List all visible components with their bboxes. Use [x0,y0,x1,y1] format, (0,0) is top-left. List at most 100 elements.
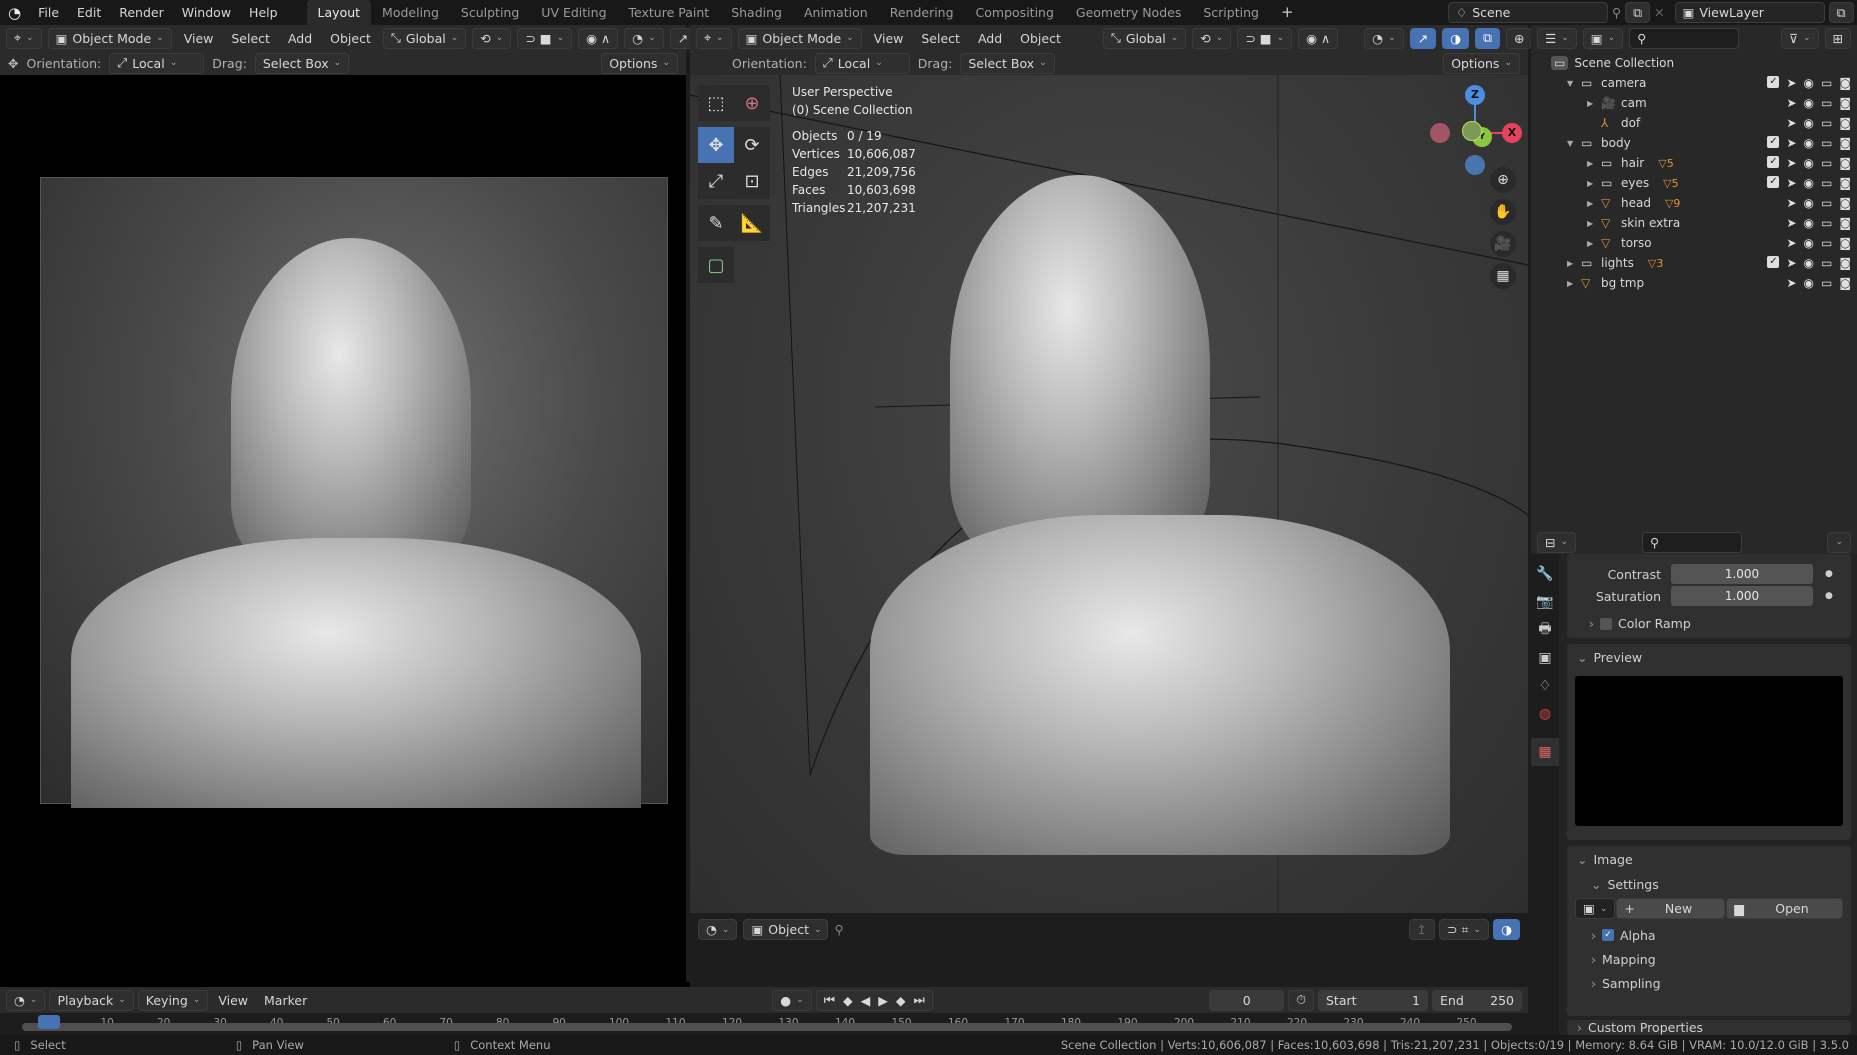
filter-dropdown[interactable]: ⊽ ⌄ [1780,27,1819,49]
tab-animation[interactable]: Animation [793,0,879,25]
monitor-icon[interactable]: ▭ [1821,96,1832,110]
tool-tab-icon[interactable]: 🔧 [1531,560,1559,588]
view-layer-tab-icon[interactable]: ▣ [1531,644,1559,672]
footer-overlay-toggle[interactable]: ◑ [1493,919,1520,940]
disclosure-collapsed-icon[interactable]: ▶ [1567,279,1581,288]
select-box-tool[interactable]: ⬚ [698,85,734,121]
viewport-orientation-dropdown[interactable]: ⤢ Local ⌄ [814,52,910,74]
selectable-icon[interactable]: ➤ [1786,196,1796,210]
gizmo-neg-x-axis[interactable] [1430,123,1450,143]
disclosure-collapsed-icon[interactable]: ▶ [1587,239,1601,248]
menu-help[interactable]: Help [240,5,287,20]
monitor-icon[interactable]: ▭ [1821,216,1832,230]
sampling-subpanel[interactable]: › Sampling [1567,971,1851,995]
disclosure-collapsed-icon[interactable]: ▶ [1587,219,1601,228]
gizmo-neg-y-axis[interactable] [1462,121,1482,141]
editor-type-button[interactable]: ⌖ ⌄ [6,27,42,49]
menu-object[interactable]: Object [324,31,377,46]
viewport-menu-object[interactable]: Object [1014,31,1067,46]
tab-texture-paint[interactable]: Texture Paint [618,0,721,25]
render-camera-icon[interactable]: ◙ [1839,236,1851,250]
tab-scripting[interactable]: Scripting [1192,0,1270,25]
footer-up-icon[interactable]: ↥ [1408,919,1436,940]
render-camera-icon[interactable]: ◙ [1839,256,1851,270]
viewport-drag-dropdown[interactable]: Select Box ⌄ [960,52,1055,74]
scene-tab-icon[interactable]: ♢ [1531,672,1559,700]
playhead[interactable] [38,1015,60,1029]
properties-editor-type[interactable]: ⊟ ⌄ [1537,531,1577,553]
exclude-checkbox[interactable]: ✓ [1767,136,1780,148]
new-collection-button[interactable]: ⊞ [1824,27,1851,49]
gizmo-x-axis[interactable]: X [1502,123,1522,143]
pin-icon[interactable]: ⚲ [834,919,843,937]
tab-layout[interactable]: Layout [306,0,372,25]
monitor-icon[interactable]: ▭ [1821,136,1832,150]
image-header[interactable]: ⌄ Image [1567,846,1851,872]
viewport-pivot-dropdown[interactable]: ⟲ ⌄ [1192,27,1232,49]
selectable-icon[interactable]: ➤ [1786,116,1796,130]
eye-icon[interactable]: ◉ [1804,216,1814,230]
outliner-item-lights[interactable]: ▶ ▭ lights ▽3 ✓ ➤ ◉ ▭ ◙ [1531,253,1857,273]
selectable-icon[interactable]: ➤ [1786,136,1796,150]
disclosure-collapsed-icon[interactable]: ▶ [1587,159,1601,168]
selectable-icon[interactable]: ➤ [1786,216,1796,230]
gizmo-z-axis[interactable]: Z [1465,85,1485,105]
eye-icon[interactable]: ◉ [1804,96,1814,110]
viewport-snap-toggle[interactable]: ⊃ ■ ⌄ [1237,27,1293,49]
camera-view-icon[interactable]: 🎥 [1490,231,1516,257]
menu-render[interactable]: Render [110,5,173,20]
menu-view[interactable]: View [178,31,220,46]
scene-selector[interactable]: ♢ Scene [1448,2,1608,23]
outliner-item-head[interactable]: ▶ ▽ head ▽9 ➤ ◉ ▭ ◙ [1531,193,1857,213]
selectable-icon[interactable]: ➤ [1786,256,1796,270]
properties-search[interactable]: ⚲ [1642,531,1743,553]
alpha-checkbox[interactable]: ✓ [1602,929,1614,941]
monitor-icon[interactable]: ▭ [1821,116,1832,130]
viewport-proportional-toggle[interactable]: ◉ ∧ [1298,27,1339,49]
eye-icon[interactable]: ◉ [1804,196,1814,210]
eye-icon[interactable]: ◉ [1804,256,1814,270]
tab-modeling[interactable]: Modeling [371,0,450,25]
zoom-view-icon[interactable]: ⊕ [1490,167,1516,193]
selectable-icon[interactable]: ➤ [1786,276,1796,290]
exclude-checkbox[interactable]: ✓ [1767,256,1780,268]
render-camera-icon[interactable]: ◙ [1839,136,1851,150]
eye-icon[interactable]: ◉ [1804,176,1814,190]
tab-shading[interactable]: Shading [720,0,793,25]
selectable-icon[interactable]: ➤ [1786,96,1796,110]
outliner-item-dof[interactable]: ⅄ dof ➤ ◉ ▭ ◙ [1531,113,1857,133]
xray-toggle[interactable]: ⧉ [1475,27,1500,49]
color-ramp-subpanel[interactable]: › Color Ramp [1589,616,1691,631]
tab-sculpting[interactable]: Sculpting [450,0,530,25]
viewport-visibility-dropdown[interactable]: ◔ ⌄ [1364,27,1404,49]
output-tab-icon[interactable]: 🖶 [1531,616,1559,644]
mode-dropdown[interactable]: ▣ Object Mode ⌄ [47,27,172,49]
outliner-editor-type[interactable]: ☰ ⌄ [1537,27,1577,49]
tab-uv-editing[interactable]: UV Editing [530,0,617,25]
overlay-toggle[interactable]: ◑ [1442,27,1470,49]
new-view-layer-button[interactable]: ⧉ [1828,2,1854,23]
measure-tool[interactable]: 📐 [734,205,770,241]
disclosure-collapsed-icon[interactable]: ▶ [1587,99,1601,108]
render-camera-icon[interactable]: ◙ [1839,96,1851,110]
render-camera-icon[interactable]: ◙ [1839,156,1851,170]
disclosure-collapsed-icon[interactable]: ▶ [1587,179,1601,188]
custom-properties-panel[interactable]: › Custom Properties [1567,1020,1851,1035]
render-camera-icon[interactable]: ◙ [1839,176,1851,190]
keyframe-dot[interactable]: ● [1825,591,1833,601]
menu-add[interactable]: Add [282,31,318,46]
eye-icon[interactable]: ◉ [1804,136,1814,150]
settings-header[interactable]: ⌄ Settings [1567,872,1851,896]
viewport-editor-type-button[interactable]: ⌖ ⌄ [696,27,732,49]
delete-scene-icon[interactable]: ✕ [1654,5,1664,20]
footer-snap-toggle[interactable]: ⊃ ⌗ ⌄ [1439,919,1490,940]
properties-options[interactable]: ⌄ [1827,531,1851,553]
ortho-toggle-icon[interactable]: ▦ [1490,263,1516,289]
selectable-icon[interactable]: ➤ [1786,236,1796,250]
viewport-options-dropdown[interactable]: Options ⌄ [1443,52,1520,74]
add-cube-tool[interactable]: ▢ [698,247,734,283]
options-dropdown[interactable]: Options ⌄ [601,52,678,74]
monitor-icon[interactable]: ▭ [1821,156,1832,170]
new-image-button[interactable]: + New [1616,898,1726,919]
menu-edit[interactable]: Edit [68,5,110,20]
